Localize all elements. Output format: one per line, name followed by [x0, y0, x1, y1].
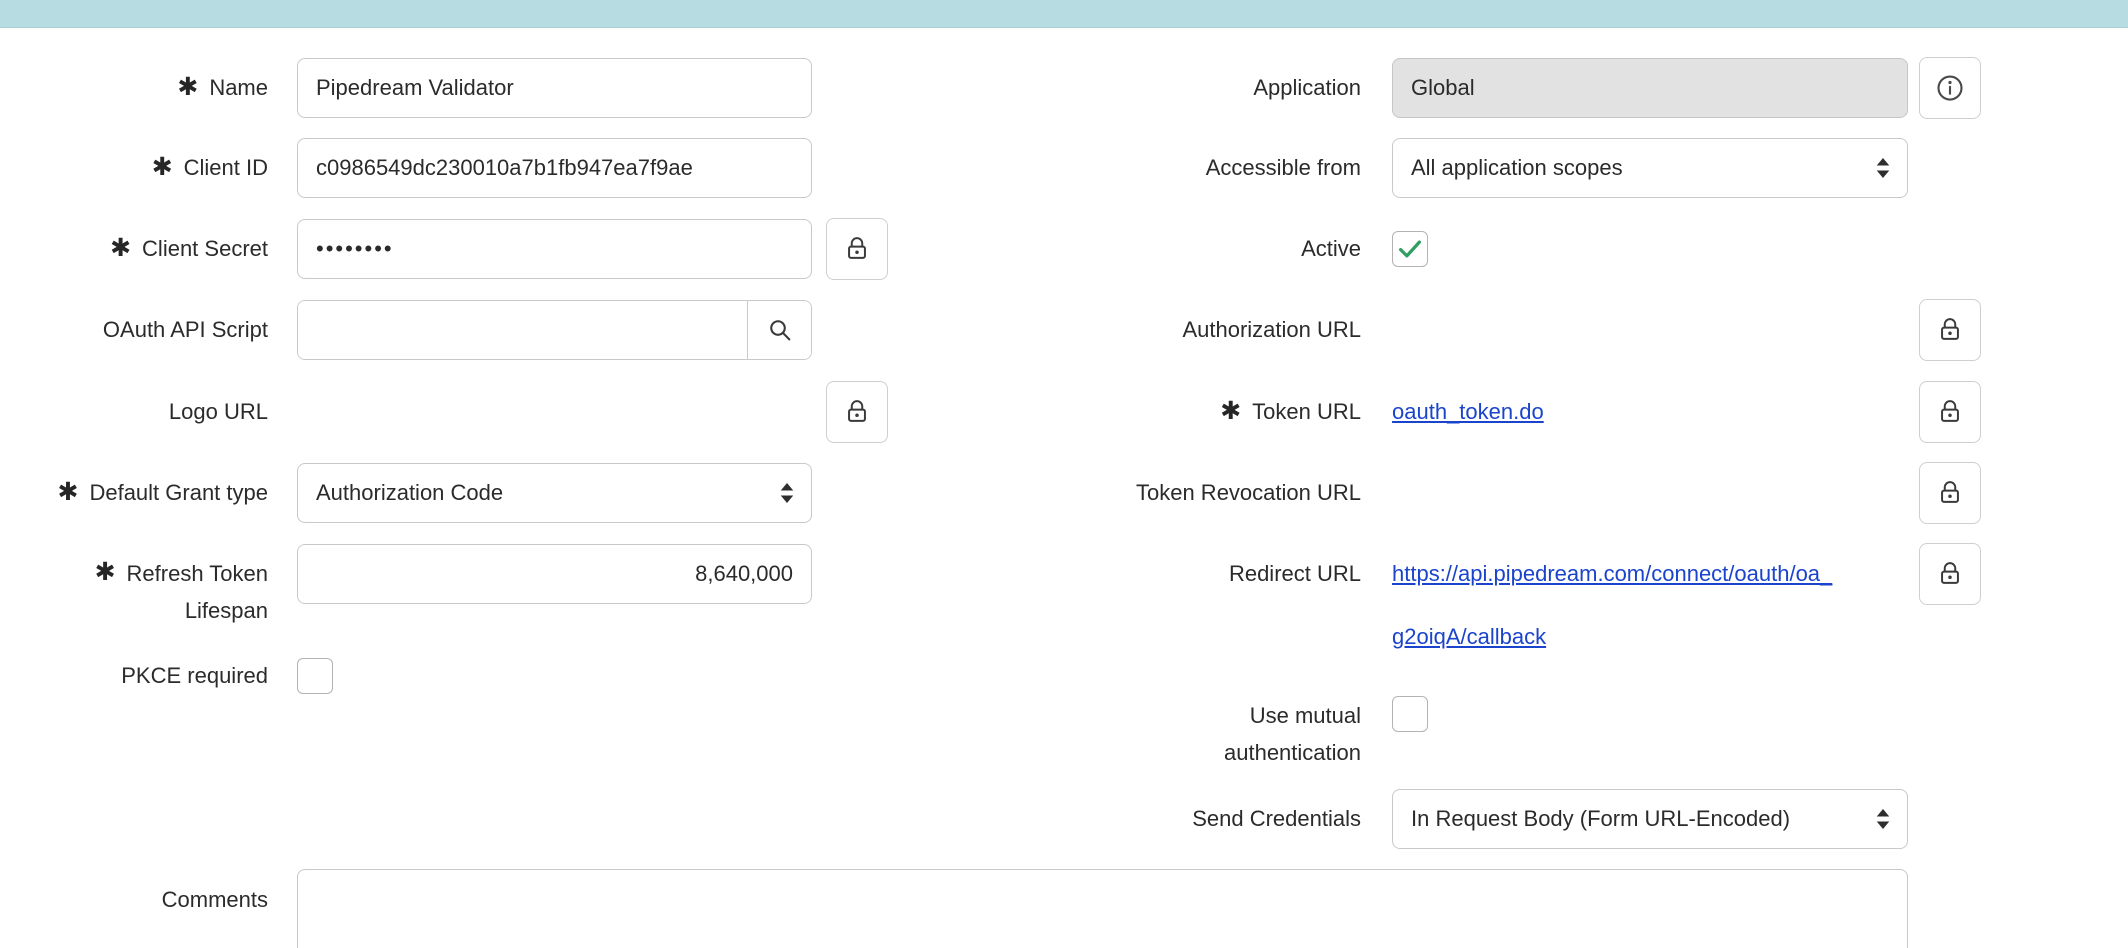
default-grant-type-label: ✱ Default Grant type — [0, 462, 268, 524]
required-icon: ✱ — [152, 155, 173, 180]
refresh-token-lifespan-label-line1-wrap: ✱ Refresh Token — [95, 555, 268, 592]
search-icon — [766, 316, 794, 344]
use-mutual-authentication-label-line1-wrap: Use mutual — [1250, 697, 1361, 734]
oauth-api-script-field — [297, 300, 812, 360]
application-label-text: Application — [1253, 75, 1361, 101]
comments-label-text: Comments — [162, 887, 268, 913]
application-field: Global — [1392, 58, 1908, 118]
use-mutual-authentication-checkbox[interactable] — [1392, 696, 1428, 732]
oauth-api-script-label: OAuth API Script — [0, 299, 268, 361]
active-checkbox[interactable] — [1392, 231, 1428, 267]
application-value: Global — [1411, 75, 1475, 101]
client-secret-label: ✱ Client Secret — [0, 218, 268, 280]
oauth-application-form: ✱ Name ✱ Client ID ✱ Client Secret OAuth… — [0, 0, 2128, 948]
client-secret-lock-button[interactable] — [826, 218, 888, 280]
token-revocation-url-lock-button[interactable] — [1919, 462, 1981, 524]
token-url-label-text: Token URL — [1252, 399, 1361, 425]
select-arrows-icon — [1873, 155, 1893, 181]
use-mutual-authentication-label-line2: authentication — [1224, 740, 1361, 766]
client-id-label-text: Client ID — [184, 155, 268, 181]
lock-icon — [843, 398, 871, 426]
check-icon — [1395, 234, 1425, 264]
use-mutual-authentication-label-line2-wrap: authentication — [1224, 734, 1361, 771]
application-info-button[interactable] — [1919, 57, 1981, 119]
refresh-token-lifespan-label-line1: Refresh Token — [127, 561, 268, 587]
authorization-url-label: Authorization URL — [1000, 299, 1361, 361]
token-revocation-url-label-text: Token Revocation URL — [1136, 480, 1361, 506]
redirect-url-label: Redirect URL — [1000, 543, 1361, 605]
send-credentials-value: In Request Body (Form URL-Encoded) — [1411, 806, 1790, 832]
client-id-input[interactable] — [297, 138, 812, 198]
use-mutual-authentication-label: Use mutual authentication — [1000, 697, 1361, 771]
accessible-from-label-text: Accessible from — [1206, 155, 1361, 181]
client-id-label: ✱ Client ID — [0, 137, 268, 199]
client-secret-label-text: Client Secret — [142, 236, 268, 262]
comments-label: Comments — [0, 869, 268, 931]
oauth-api-script-label-text: OAuth API Script — [103, 317, 268, 343]
refresh-token-lifespan-input[interactable] — [297, 544, 812, 604]
required-icon: ✱ — [58, 480, 79, 505]
logo-url-lock-button[interactable] — [826, 381, 888, 443]
required-icon: ✱ — [1220, 399, 1241, 424]
default-grant-type-select[interactable]: Authorization Code — [297, 463, 812, 523]
logo-url-label-text: Logo URL — [169, 399, 268, 425]
authorization-url-label-text: Authorization URL — [1182, 317, 1361, 343]
default-grant-type-label-text: Default Grant type — [89, 480, 268, 506]
logo-url-label: Logo URL — [0, 381, 268, 443]
required-icon: ✱ — [110, 236, 131, 261]
active-label: Active — [1000, 218, 1361, 280]
oauth-api-script-input[interactable] — [298, 301, 747, 359]
oauth-api-script-search-button[interactable] — [747, 301, 811, 359]
name-label-text: Name — [209, 75, 268, 101]
lock-icon — [1936, 560, 1964, 588]
redirect-url-link[interactable]: https://api.pipedream.com/connect/oauth/… — [1392, 542, 1912, 668]
application-label: Application — [1000, 57, 1361, 119]
top-accent-bar — [0, 0, 2128, 28]
active-label-text: Active — [1301, 236, 1361, 262]
refresh-token-lifespan-label-line2: Lifespan — [185, 598, 268, 624]
name-input[interactable] — [297, 58, 812, 118]
accessible-from-value: All application scopes — [1411, 155, 1623, 181]
comments-textarea[interactable] — [297, 869, 1908, 948]
default-grant-type-value: Authorization Code — [316, 480, 503, 506]
accessible-from-label: Accessible from — [1000, 137, 1361, 199]
use-mutual-authentication-label-line1: Use mutual — [1250, 703, 1361, 729]
refresh-token-lifespan-label: ✱ Refresh Token Lifespan — [0, 555, 268, 629]
redirect-url-lock-button[interactable] — [1919, 543, 1981, 605]
required-icon: ✱ — [177, 75, 198, 100]
token-url-lock-button[interactable] — [1919, 381, 1981, 443]
token-url-label: ✱ Token URL — [1000, 381, 1361, 443]
lock-icon — [843, 235, 871, 263]
pkce-required-checkbox[interactable] — [297, 658, 333, 694]
client-secret-input[interactable] — [297, 219, 812, 279]
authorization-url-lock-button[interactable] — [1919, 299, 1981, 361]
lock-icon — [1936, 479, 1964, 507]
info-icon — [1935, 73, 1965, 103]
redirect-url-line1: https://api.pipedream.com/connect/oauth/… — [1392, 542, 1912, 605]
send-credentials-select[interactable]: In Request Body (Form URL-Encoded) — [1392, 789, 1908, 849]
redirect-url-label-text: Redirect URL — [1229, 561, 1361, 587]
select-arrows-icon — [1873, 806, 1893, 832]
token-revocation-url-label: Token Revocation URL — [1000, 462, 1361, 524]
pkce-required-label: PKCE required — [0, 645, 268, 707]
name-label: ✱ Name — [0, 57, 268, 119]
send-credentials-label: Send Credentials — [1000, 788, 1361, 850]
redirect-url-line2: g2oiqA/callback — [1392, 605, 1912, 668]
lock-icon — [1936, 398, 1964, 426]
refresh-token-lifespan-label-line2-wrap: Lifespan — [185, 592, 268, 629]
select-arrows-icon — [777, 480, 797, 506]
required-icon: ✱ — [95, 560, 116, 585]
lock-icon — [1936, 316, 1964, 344]
pkce-required-label-text: PKCE required — [121, 663, 268, 689]
send-credentials-label-text: Send Credentials — [1192, 806, 1361, 832]
accessible-from-select[interactable]: All application scopes — [1392, 138, 1908, 198]
token-url-link[interactable]: oauth_token.do — [1392, 381, 1544, 443]
